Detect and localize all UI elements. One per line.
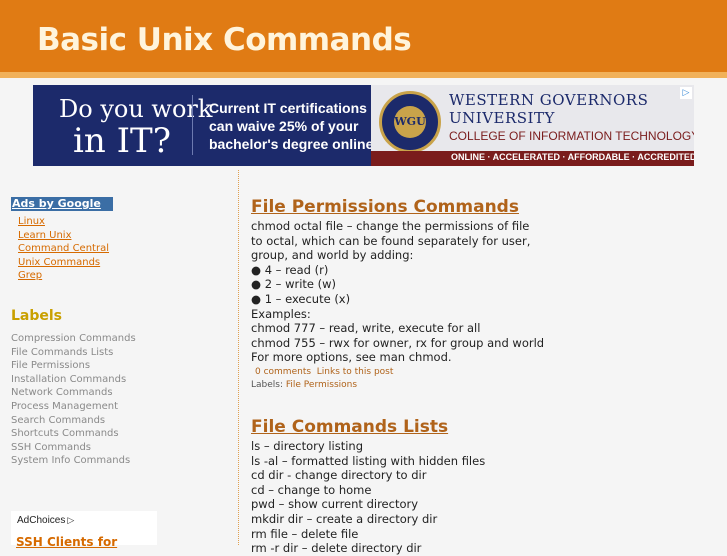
label-link-compression[interactable]: Compression Commands [11, 332, 136, 346]
labels-heading: Labels [11, 308, 63, 324]
ads-by-google-link[interactable]: Ads by Google [11, 197, 113, 211]
ad-link-grep[interactable]: Grep [18, 270, 42, 281]
label-link-installation[interactable]: Installation Commands [11, 373, 136, 387]
labels-list: Compression Commands File Commands Lists… [11, 332, 136, 468]
post-line: For more options, see man chmod. [251, 350, 452, 365]
column-divider [238, 170, 239, 545]
adchoices-label[interactable]: AdChoices ▷ [17, 515, 74, 526]
post-file-commands: File Commands Lists ls – directory listi… [251, 416, 691, 556]
sidebar-ads: Ads by Google Linux Learn Unix Command C… [11, 192, 236, 283]
post-line: chmod 777 – read, write, execute for all [251, 321, 481, 336]
post-line: ls -al – formatted listing with hidden f… [251, 453, 486, 468]
post-line: ls – directory listing [251, 439, 364, 453]
school-name-line1: WESTERN GOVERNORS [449, 91, 649, 109]
links-to-post-link[interactable]: Links to this post [317, 367, 394, 377]
ad-link-command-central[interactable]: Command Central [18, 243, 109, 254]
post-file-permissions: File Permissions Commands chmod octal fi… [251, 196, 691, 391]
post-line: ● 1 – execute (x) [251, 291, 351, 306]
label-link-system-info[interactable]: System Info Commands [11, 454, 136, 468]
university-seal-logo: WGU [379, 91, 441, 153]
post-line: pwd – show current directory [251, 497, 419, 512]
banner-offer-line: can waive 25% of your [209, 118, 359, 134]
school-name-line2: UNIVERSITY [449, 109, 555, 127]
list-item: Grep [18, 269, 236, 283]
post-line: chmod 755 – rwx for owner, rx for group … [251, 335, 545, 350]
site-title[interactable]: Basic Unix Commands [37, 22, 412, 58]
labels-prefix: Labels: [251, 379, 284, 390]
post-line: rm -r dir – delete directory dir [251, 541, 422, 556]
banner-question-line2: in IT? [73, 121, 171, 161]
banner-ad[interactable]: Do you work in IT? Current IT certificat… [33, 85, 694, 166]
label-link-file-commands[interactable]: File Commands Lists [11, 346, 136, 360]
post-line: Examples: [251, 306, 311, 321]
post-line: cd dir - change directory to dir [251, 468, 427, 483]
list-item: Command Central [18, 242, 236, 256]
banner-tagline-bar: ONLINE · ACCELERATED · AFFORDABLE · ACCR… [371, 151, 694, 166]
post-label-link[interactable]: File Permissions [286, 380, 357, 390]
header-stripe [0, 72, 727, 78]
post-footer-links: 0 comments Links to this post [255, 366, 691, 379]
banner-tagline: ONLINE · ACCELERATED · AFFORDABLE · ACCR… [451, 152, 694, 162]
adchoices-icon: ▷ [67, 515, 75, 525]
post-line: rm file – delete file [251, 526, 359, 541]
ad-link-ssh-clients[interactable]: SSH Clients for [16, 535, 117, 549]
post-line: ● 2 – write (w) [251, 277, 337, 292]
post-line: group, and world by adding: [251, 248, 414, 263]
sidebar-ad-box: AdChoices ▷ SSH Clients for [11, 511, 157, 549]
label-link-process[interactable]: Process Management [11, 400, 136, 414]
seal-monogram: WGU [394, 106, 426, 138]
list-item: Linux [18, 215, 236, 229]
post-title[interactable]: File Commands Lists [251, 416, 691, 438]
post-line: mkdir dir – create a directory dir [251, 511, 438, 526]
label-link-search[interactable]: Search Commands [11, 414, 136, 428]
post-title[interactable]: File Permissions Commands [251, 196, 691, 218]
list-item: Learn Unix [18, 229, 236, 243]
banner-offer: Current IT certifications can waive 25% … [209, 99, 377, 153]
post-line: ● 4 – read (r) [251, 262, 329, 277]
label-link-file-permissions[interactable]: File Permissions [11, 359, 136, 373]
ad-link-list: Linux Learn Unix Command Central Unix Co… [18, 215, 236, 283]
post-labels: Labels: File Permissions [251, 379, 691, 391]
list-item: Unix Commands [18, 256, 236, 270]
banner-school-panel: WGU WESTERN GOVERNORS UNIVERSITY COLLEGE… [371, 85, 694, 166]
post-line: cd – change to home [251, 482, 372, 497]
ad-link-learn-unix[interactable]: Learn Unix [18, 230, 71, 241]
label-link-network[interactable]: Network Commands [11, 386, 136, 400]
label-link-ssh[interactable]: SSH Commands [11, 441, 136, 455]
post-line: to octal, which can be found separately … [251, 233, 531, 248]
post-footer: 0 comments Links to this post Labels: Fi… [251, 366, 691, 391]
post-body: ls – directory listing ls -al – formatte… [251, 439, 691, 556]
banner-question-line1: Do you work [59, 95, 213, 123]
site-header: Basic Unix Commands [0, 0, 727, 72]
comments-link[interactable]: 0 comments [255, 367, 311, 377]
banner-offer-line: Current IT certifications [209, 100, 367, 116]
post-body: chmod octal file – change the permission… [251, 219, 691, 365]
banner-offer-line: bachelor's degree online. [209, 136, 378, 152]
college-name: COLLEGE OF INFORMATION TECHNOLOGY [449, 129, 694, 143]
banner-divider [192, 95, 193, 155]
school-name: WESTERN GOVERNORS UNIVERSITY [449, 91, 648, 127]
ad-link-linux[interactable]: Linux [18, 216, 45, 227]
adchoices-icon[interactable]: ▷ [680, 87, 692, 99]
banner-question: Do you work in IT? [33, 85, 212, 166]
adchoices-text: AdChoices [17, 515, 66, 526]
post-line: chmod octal file – change the permission… [251, 219, 530, 233]
ad-link-unix-commands[interactable]: Unix Commands [18, 257, 100, 268]
label-link-shortcuts[interactable]: Shortcuts Commands [11, 427, 136, 441]
